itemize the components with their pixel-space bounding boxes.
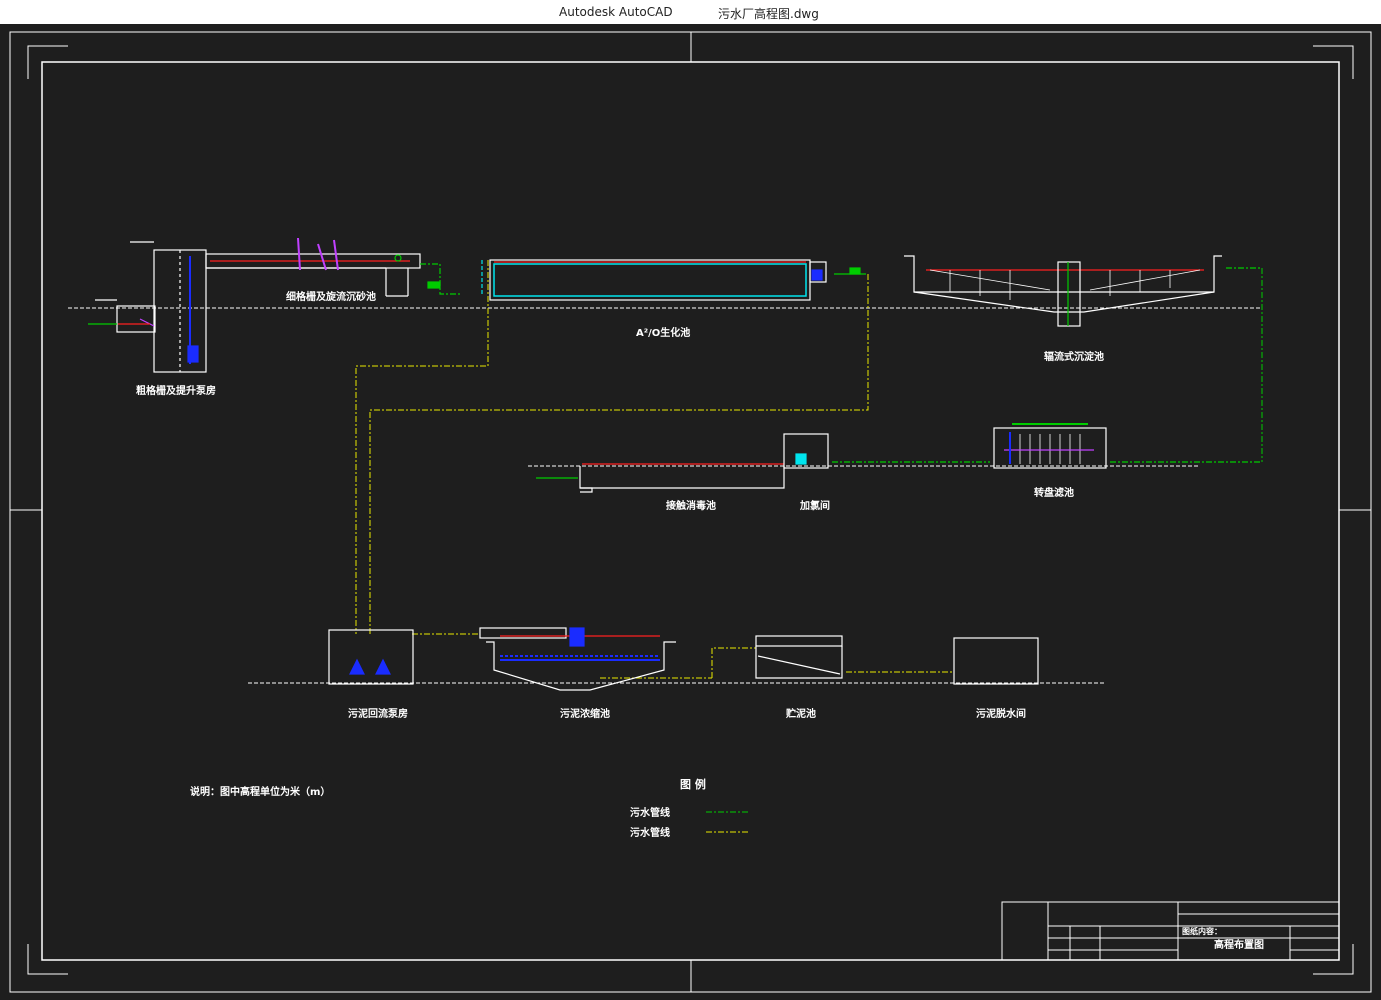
contact-disinfection-tank[interactable] (536, 463, 785, 493)
title-block-content-label: 图纸内容： (1182, 926, 1222, 936)
unit-label-contact: 接触消毒池 (666, 499, 716, 512)
drawing-sheet: 粗格栅及提升泵房 细格栅及旋流沉砂池 A²/O生化池 辐流式沉淀池 接触消毒池 … (9, 31, 1372, 993)
file-name: 污水厂高程图.dwg (718, 7, 819, 21)
legend: 图 例 污水管线 污水管线 (630, 777, 748, 839)
unit-label-sludge-return: 污泥回流泵房 (348, 707, 408, 720)
title-block-drawing-title: 高程布置图 (1214, 938, 1264, 951)
unit-label-dosing: 加氯间 (799, 499, 830, 512)
sludge-return-pump-station[interactable] (328, 629, 414, 685)
fine-screen-grit-chamber[interactable] (205, 237, 462, 297)
chlorine-dosing-room[interactable] (783, 433, 829, 469)
pipe-routes (355, 260, 1263, 679)
legend-item-label: 污水管线 (630, 806, 670, 819)
unit-label-dewater: 污泥脱水间 (976, 707, 1026, 720)
coarse-screen-pump-station[interactable] (88, 241, 207, 373)
legend-title: 图 例 (680, 777, 706, 791)
drawing-canvas[interactable]: 粗格栅及提升泵房 细格栅及旋流沉砂池 A²/O生化池 辐流式沉淀池 接触消毒池 … (0, 24, 1381, 1000)
disc-filter[interactable] (832, 423, 1262, 469)
radial-clarifier[interactable] (904, 255, 1262, 327)
a2o-bioreactor[interactable] (481, 259, 866, 301)
unit-label-coarse: 粗格栅及提升泵房 (136, 384, 216, 397)
ground-lines (68, 307, 1262, 684)
sludge-dewatering-room[interactable] (953, 637, 1039, 685)
sheet-frame (9, 31, 1372, 993)
drawing-note: 说明：图中高程单位为米（m） (190, 785, 330, 798)
unit-label-a2o: A²/O生化池 (636, 326, 690, 339)
unit-label-filter: 转盘滤池 (1034, 486, 1074, 499)
unit-label-clarifier: 辐流式沉淀池 (1044, 350, 1104, 363)
unit-label-storage: 贮泥池 (785, 707, 816, 720)
unit-label-fine: 细格栅及旋流沉砂池 (286, 290, 376, 303)
legend-item-label: 污水管线 (630, 826, 670, 839)
sludge-storage-tank[interactable] (755, 635, 843, 679)
title-bar: Autodesk AutoCAD 污水厂高程图.dwg (0, 0, 1381, 24)
app-name: Autodesk AutoCAD (559, 5, 673, 19)
sludge-thickener[interactable] (479, 627, 676, 691)
unit-label-thickener: 污泥浓缩池 (560, 707, 610, 720)
title-block (1001, 901, 1340, 961)
